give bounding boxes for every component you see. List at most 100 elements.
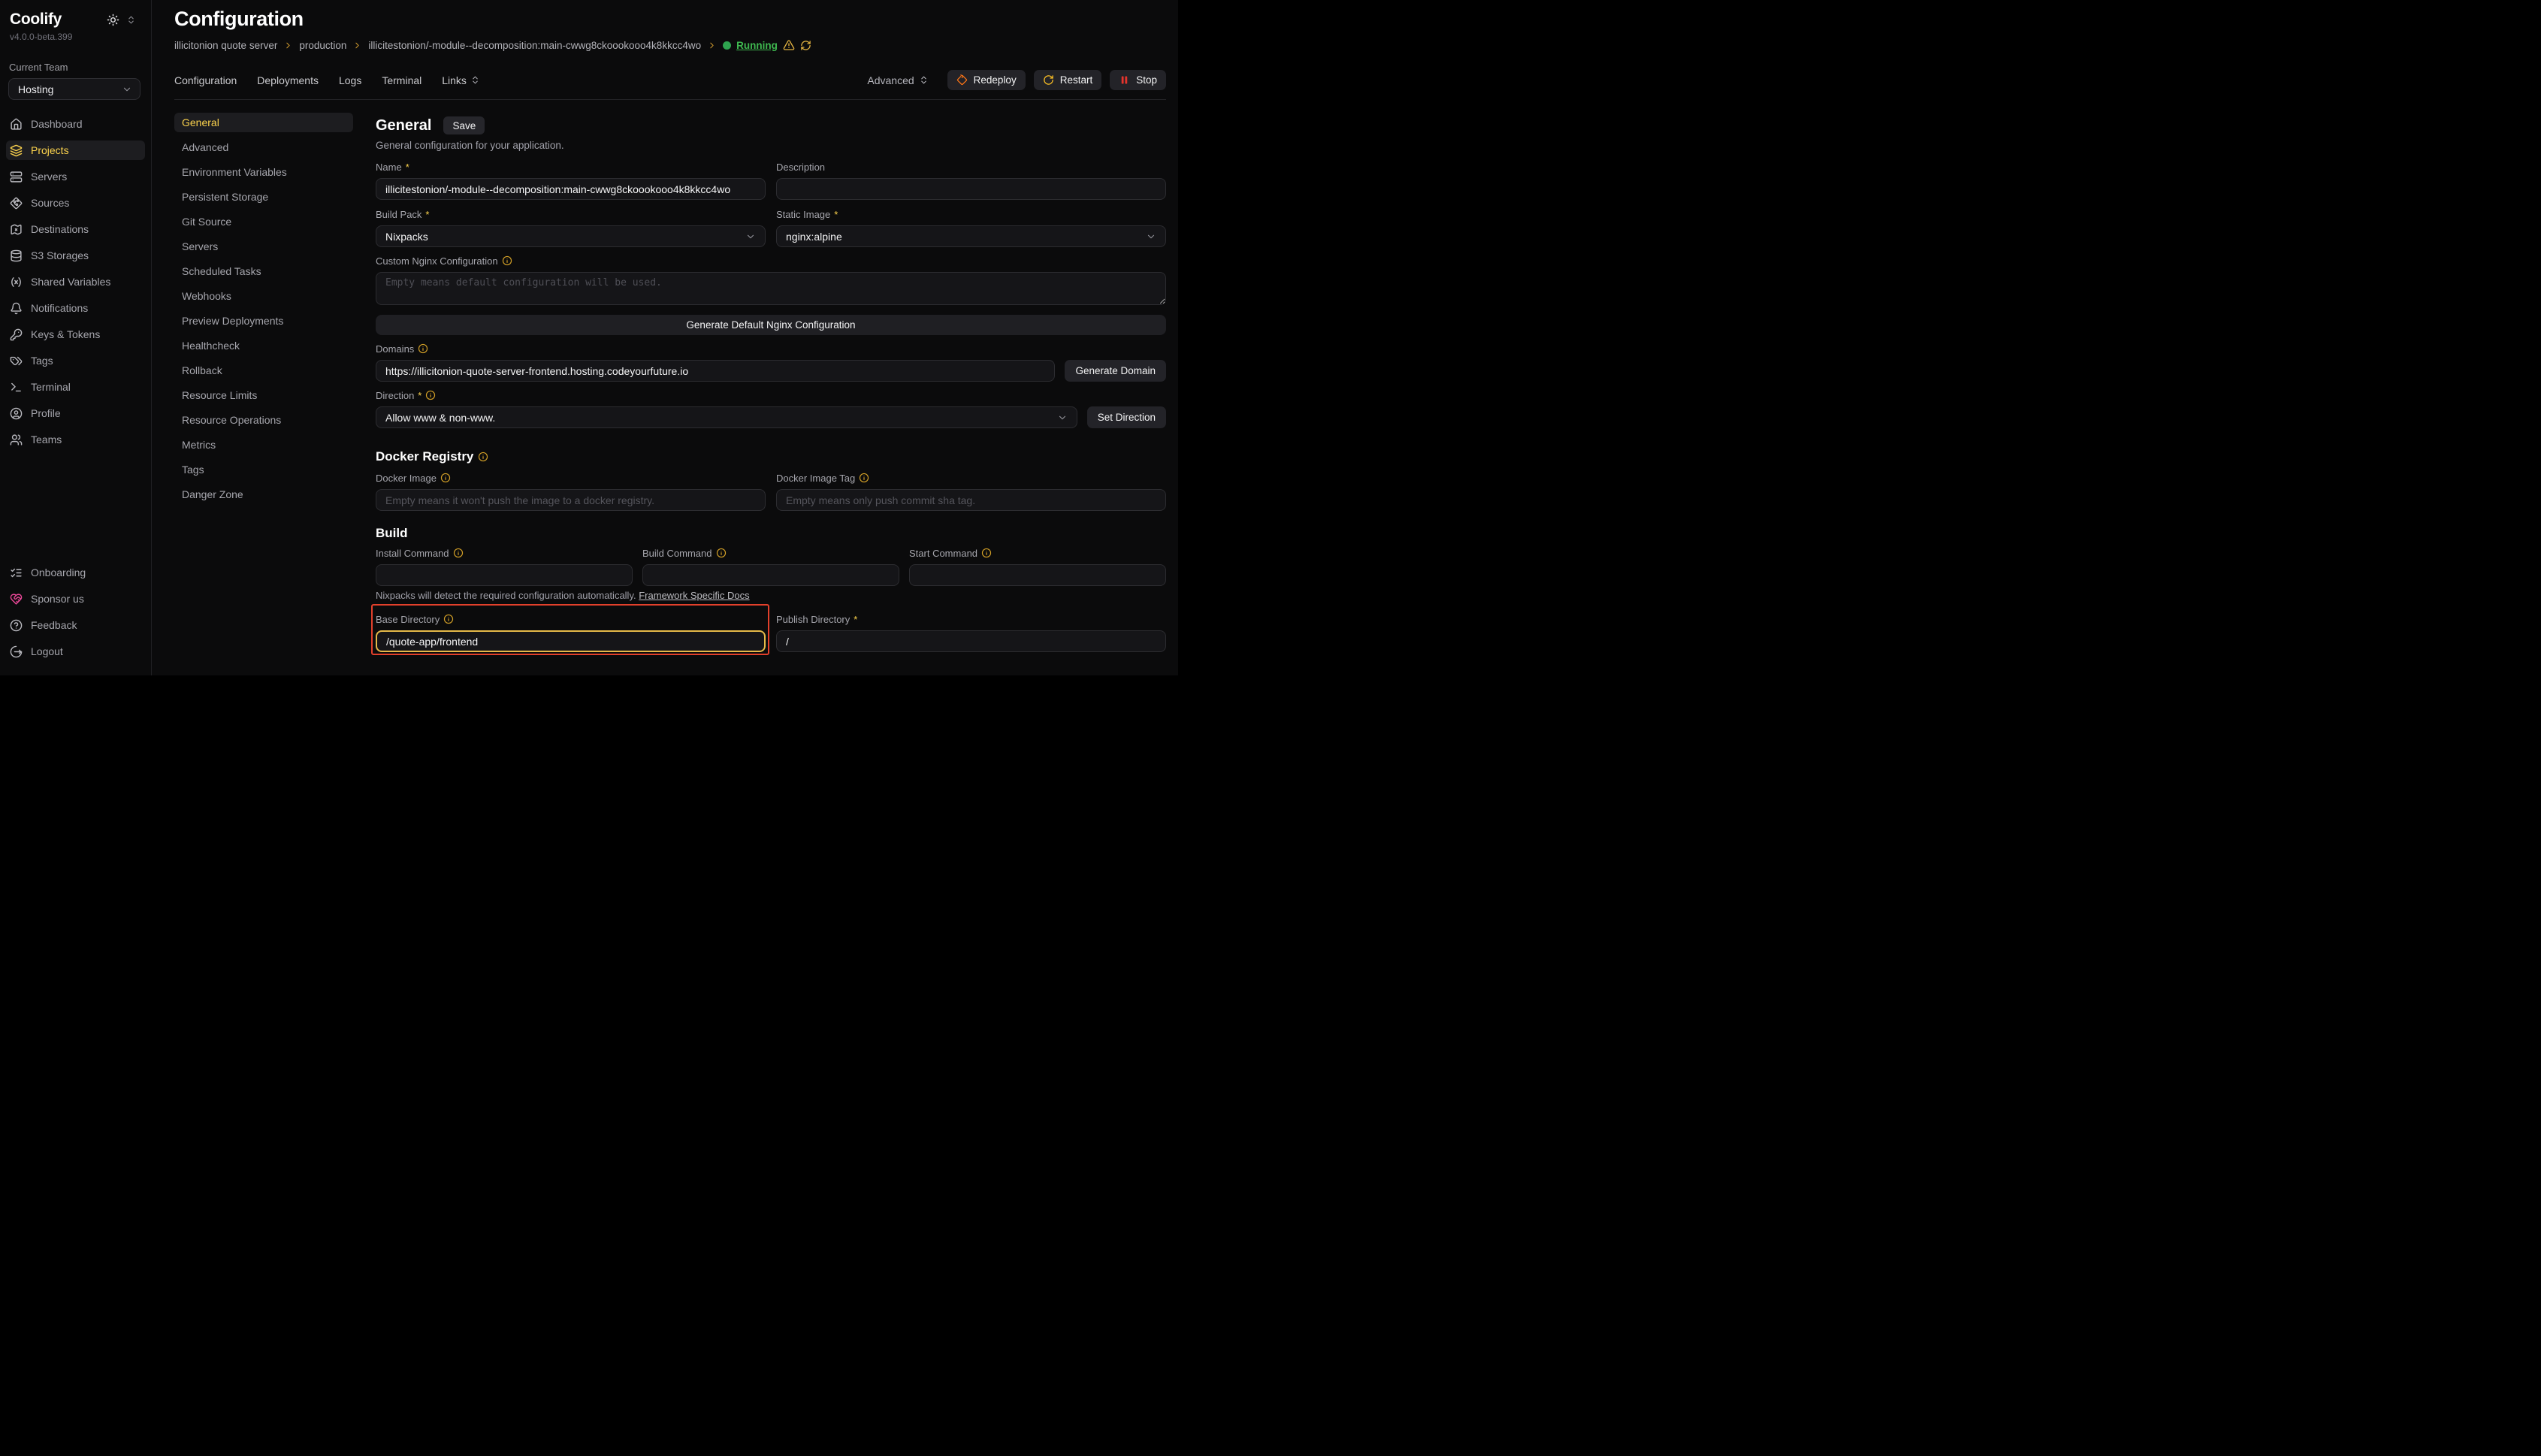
subnav-item-general[interactable]: General: [174, 113, 353, 132]
generate-domain-button[interactable]: Generate Domain: [1065, 360, 1166, 382]
info-icon[interactable]: [502, 255, 512, 266]
framework-docs-link[interactable]: Framework Specific Docs: [639, 590, 749, 601]
subnav-item-advanced[interactable]: Advanced: [174, 137, 353, 157]
name-input[interactable]: [376, 178, 766, 200]
sidebar-item-sponsor-us[interactable]: Sponsor us: [6, 589, 145, 609]
docker-image-input[interactable]: [376, 489, 766, 511]
status-running-link[interactable]: Running: [736, 40, 778, 51]
sidebar-item-dashboard[interactable]: Dashboard: [6, 114, 145, 134]
settings-subnav: General Advanced Environment Variables P…: [174, 113, 353, 652]
redeploy-button[interactable]: Redeploy: [947, 70, 1026, 90]
info-icon[interactable]: [859, 473, 869, 483]
start-command-input[interactable]: [909, 564, 1166, 586]
subnav-item-healthcheck[interactable]: Healthcheck: [174, 336, 353, 355]
key-icon: [10, 328, 23, 341]
chevron-down-icon: [745, 231, 756, 242]
tab-links[interactable]: Links: [442, 74, 480, 86]
sidebar-item-servers[interactable]: Servers: [6, 167, 145, 186]
sidebar-item-s3-storages[interactable]: S3 Storages: [6, 246, 145, 265]
direction-select[interactable]: Allow www & non-www.: [376, 406, 1077, 428]
docker-image-tag-input[interactable]: [776, 489, 1166, 511]
section-title: General: [376, 117, 431, 134]
subnav-item-webhooks[interactable]: Webhooks: [174, 286, 353, 306]
docker-image-tag-field: Docker Image Tag: [776, 472, 1166, 511]
database-icon: [10, 249, 23, 262]
info-icon[interactable]: [443, 614, 454, 624]
generate-nginx-button[interactable]: Generate Default Nginx Configuration: [376, 315, 1166, 335]
subnav-item-scheduled-tasks[interactable]: Scheduled Tasks: [174, 261, 353, 281]
tab-configuration[interactable]: Configuration: [174, 74, 237, 86]
base-directory-input[interactable]: [376, 630, 766, 652]
sidebar-item-sources[interactable]: Sources: [6, 193, 145, 213]
sidebar-item-profile[interactable]: Profile: [6, 403, 145, 423]
restart-button[interactable]: Restart: [1034, 70, 1102, 90]
subnav-item-metrics[interactable]: Metrics: [174, 435, 353, 455]
sun-icon[interactable]: [107, 14, 119, 26]
subnav-item-preview-deployments[interactable]: Preview Deployments: [174, 311, 353, 331]
subnav-item-persistent-storage[interactable]: Persistent Storage: [174, 187, 353, 207]
required-asterisk: *: [834, 209, 838, 220]
terminal-icon: [10, 381, 23, 394]
refresh-icon[interactable]: [800, 40, 811, 51]
sidebar-item-terminal[interactable]: Terminal: [6, 377, 145, 397]
general-form: General Save General configuration for y…: [376, 113, 1166, 652]
subnav-item-resource-operations[interactable]: Resource Operations: [174, 410, 353, 430]
publish-directory-input[interactable]: [776, 630, 1166, 652]
subnav-item-resource-limits[interactable]: Resource Limits: [174, 385, 353, 405]
stop-button[interactable]: Stop: [1110, 70, 1166, 90]
tab-logs[interactable]: Logs: [339, 74, 361, 86]
sidebar-item-projects[interactable]: Projects: [6, 140, 145, 160]
sidebar-item-keys-tokens[interactable]: Keys & Tokens: [6, 325, 145, 344]
name-field: Name*: [376, 161, 766, 200]
sidebar-item-notifications[interactable]: Notifications: [6, 298, 145, 318]
users-icon: [10, 433, 23, 446]
install-command-input[interactable]: [376, 564, 633, 586]
save-button[interactable]: Save: [443, 116, 485, 134]
info-icon[interactable]: [440, 473, 451, 483]
sidebar-nav: Dashboard Projects Servers Sources: [0, 114, 151, 456]
sidebar-item-onboarding[interactable]: Onboarding: [6, 563, 145, 582]
build-pack-field: Build Pack* Nixpacks: [376, 208, 766, 247]
team-select[interactable]: Hosting: [8, 78, 140, 100]
list-checks-icon: [10, 566, 23, 579]
info-icon[interactable]: [981, 548, 992, 558]
section-subtitle: General configuration for your applicati…: [376, 140, 1166, 151]
sidebar-item-teams[interactable]: Teams: [6, 430, 145, 449]
domains-input[interactable]: [376, 360, 1055, 382]
info-icon[interactable]: [453, 548, 464, 558]
info-icon[interactable]: [425, 390, 436, 400]
subnav-item-servers[interactable]: Servers: [174, 237, 353, 256]
description-input[interactable]: [776, 178, 1166, 200]
set-direction-button[interactable]: Set Direction: [1087, 406, 1166, 428]
static-image-select[interactable]: nginx:alpine: [776, 225, 1166, 247]
tab-terminal[interactable]: Terminal: [382, 74, 421, 86]
warning-triangle-icon[interactable]: [783, 39, 795, 51]
subnav-item-tags[interactable]: Tags: [174, 460, 353, 479]
tab-deployments[interactable]: Deployments: [257, 74, 319, 86]
info-icon[interactable]: [716, 548, 727, 558]
build-pack-label: Build Pack*: [376, 208, 766, 220]
docker-image-tag-label: Docker Image Tag: [776, 472, 1166, 484]
domains-field: Domains Generate Domain: [376, 343, 1166, 382]
subnav-item-git-source[interactable]: Git Source: [174, 212, 353, 231]
subnav-item-rollback[interactable]: Rollback: [174, 361, 353, 380]
header-actions: Advanced Redeploy Restart Stop: [867, 70, 1166, 90]
direction-field: Direction* Allow www & non-www. Set Dire…: [376, 389, 1166, 428]
info-icon[interactable]: [478, 452, 488, 462]
custom-nginx-textarea[interactable]: [376, 272, 1166, 305]
subnav-item-danger-zone[interactable]: Danger Zone: [174, 485, 353, 504]
advanced-dropdown[interactable]: Advanced: [867, 74, 928, 86]
sidebar-item-shared-variables[interactable]: Shared Variables: [6, 272, 145, 292]
start-command-label: Start Command: [909, 547, 1166, 559]
header-divider: [174, 99, 1166, 100]
build-command-input[interactable]: [642, 564, 899, 586]
sidebar-item-logout[interactable]: Logout: [6, 642, 145, 661]
docker-registry-title: Docker Registry: [376, 449, 1166, 464]
sidebar-item-destinations[interactable]: Destinations: [6, 219, 145, 239]
sidebar-item-feedback[interactable]: Feedback: [6, 615, 145, 635]
sidebar-item-tags[interactable]: Tags: [6, 351, 145, 370]
subnav-item-environment-variables[interactable]: Environment Variables: [174, 162, 353, 182]
chevrons-up-down-icon[interactable]: [126, 15, 136, 25]
build-pack-select[interactable]: Nixpacks: [376, 225, 766, 247]
info-icon[interactable]: [418, 343, 428, 354]
